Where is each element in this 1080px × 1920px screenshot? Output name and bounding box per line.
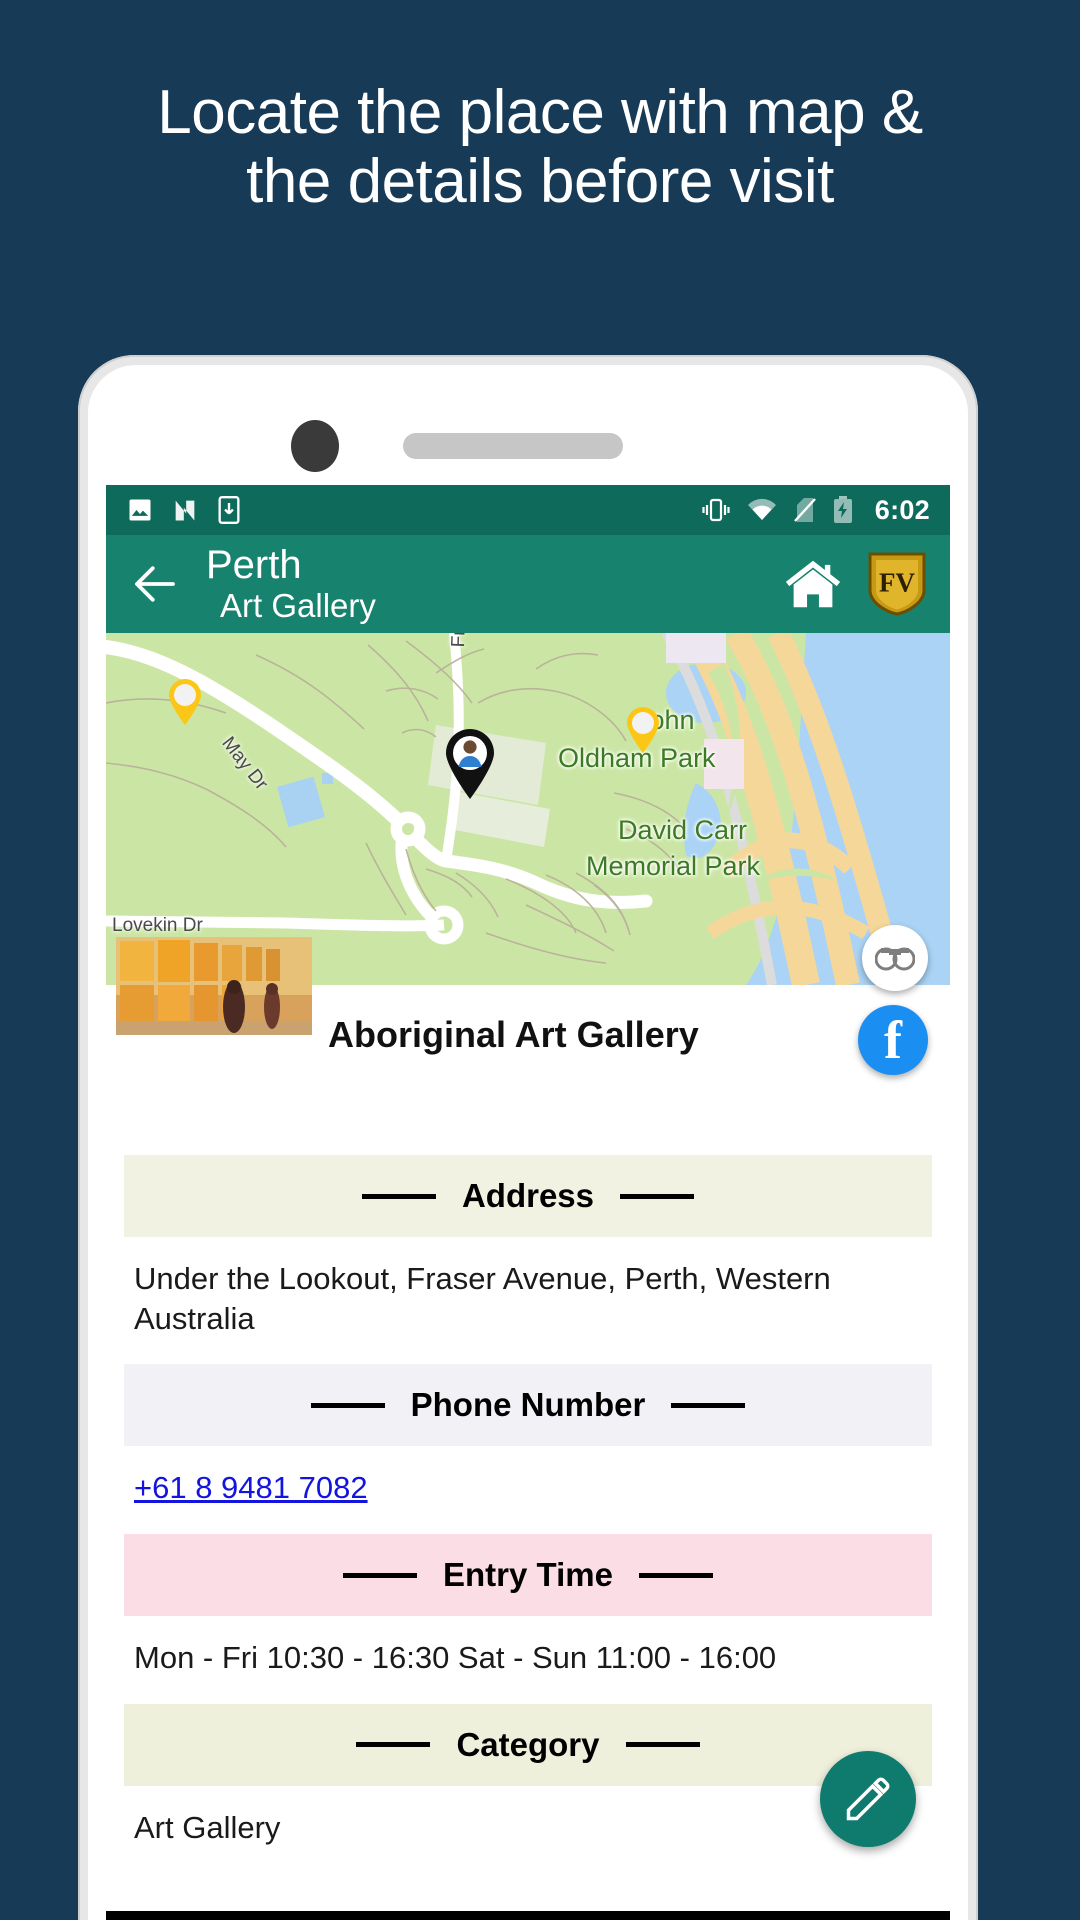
section-title: Entry Time [443, 1556, 613, 1594]
place-header-row: Aboriginal Art Gallery f [106, 925, 950, 1085]
section-header-phone-number: Phone Number [124, 1364, 932, 1447]
app-bar-titles: Perth Art Gallery [206, 545, 376, 622]
map-label-memorial-park: Memorial Park [586, 851, 761, 881]
map-label-david-carr: David Carr [618, 815, 748, 845]
rule-left [343, 1572, 418, 1578]
rule-left [361, 1193, 436, 1199]
home-icon[interactable] [782, 553, 844, 615]
promo-headline-line2: the details before visit [246, 147, 834, 217]
street-label-fraser-ave: Fraser Ave [448, 633, 473, 648]
binoculars-icon [875, 947, 915, 971]
section-header-entry-time: Entry Time [124, 1534, 932, 1617]
sim-off-icon [793, 498, 816, 522]
promo-headline-line1: Locate the place with map & [157, 78, 923, 147]
street-view-button[interactable] [862, 925, 928, 991]
app-bar: Perth Art Gallery FV [106, 535, 950, 633]
app-bar-actions: FV [782, 551, 928, 617]
section-title: Phone Number [410, 1386, 646, 1424]
brand-logo-icon[interactable]: FV [866, 551, 928, 617]
status-bar: 6:02 [106, 485, 950, 535]
rule-left [310, 1402, 385, 1408]
details-list: Address Under the Lookout, Fraser Avenue… [106, 1085, 950, 1874]
phone-device-frame: 6:02 Perth Art Gallery FV May Dr Lovekin… [78, 355, 978, 1920]
nova-launcher-icon [175, 500, 195, 521]
rule-left [356, 1742, 431, 1748]
street-label-lovekin-dr: Lovekin Dr [112, 915, 203, 936]
phone-screen: 6:02 Perth Art Gallery FV May Dr Lovekin… [106, 485, 950, 1920]
section-title: Address [461, 1177, 595, 1214]
rule-right [671, 1402, 746, 1408]
place-name: Aboriginal Art Gallery [328, 1014, 699, 1055]
section-body-address: Under the Lookout, Fraser Avenue, Perth,… [134, 1261, 831, 1336]
facebook-share-button[interactable]: f [858, 1005, 928, 1075]
back-arrow-icon[interactable] [128, 557, 182, 611]
system-navigation-bar [106, 1911, 950, 1920]
person-pin-marker[interactable] [444, 729, 496, 799]
yellow-pin-marker[interactable] [626, 707, 660, 753]
gallery-photo [116, 937, 312, 1035]
rule-right [620, 1193, 695, 1199]
yellow-pin-marker[interactable] [168, 679, 202, 725]
page-subtitle: Art Gallery [220, 587, 376, 625]
wifi-icon [747, 498, 776, 520]
section-body-entry-time: Mon - Fri 10:30 - 16:30 Sat - Sun 11:00 … [134, 1640, 777, 1676]
rule-right [638, 1572, 713, 1578]
section-header-category: Category [124, 1703, 932, 1786]
status-bar-right-icons: 6:02 [701, 495, 930, 526]
vibrate-icon [702, 498, 730, 522]
rule-right [625, 1742, 700, 1748]
page-title: Perth [206, 543, 302, 588]
svg-text:FV: FV [879, 568, 915, 598]
battery-charging-icon [833, 496, 852, 523]
front-camera [291, 420, 339, 472]
earpiece-speaker [403, 433, 623, 459]
pencil-edit-icon [846, 1777, 890, 1821]
section-body-phone-number[interactable]: +61 8 9481 7082 [106, 1446, 950, 1534]
promo-headline: Locate the place with map & the details … [0, 78, 1080, 217]
edit-button[interactable] [820, 1751, 916, 1847]
status-bar-time: 6:02 [874, 494, 930, 525]
facebook-icon: f [884, 1010, 902, 1070]
section-title: Category [456, 1725, 600, 1763]
map-vector-layer [106, 633, 950, 985]
place-thumbnail-image[interactable] [116, 937, 312, 1035]
download-icon [218, 496, 240, 524]
map-view[interactable]: Fraser Ave May Dr Lovekin Dr John Oldham… [106, 633, 950, 985]
status-bar-left-icons [126, 496, 242, 524]
section-header-address: Address [124, 1155, 932, 1237]
phone-device-body: 6:02 Perth Art Gallery FV May Dr Lovekin… [88, 365, 968, 1920]
image-icon [129, 499, 151, 521]
